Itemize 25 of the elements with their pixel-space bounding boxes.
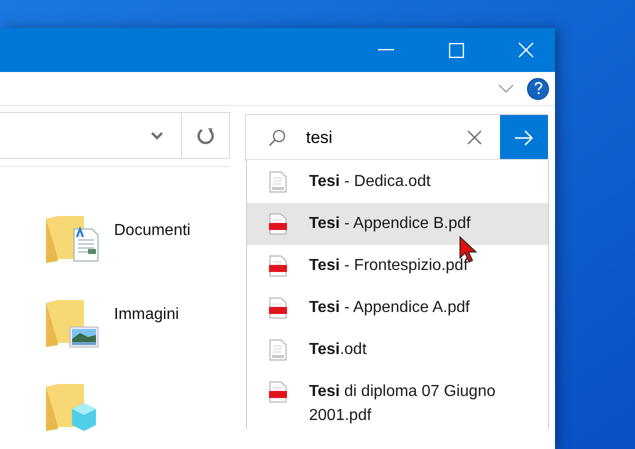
question-mark-icon: [534, 82, 542, 95]
minimize-icon: [378, 49, 394, 51]
pdf-file-icon: [269, 381, 287, 403]
close-icon: [518, 42, 534, 58]
folder-name[interactable]: Immagini: [114, 299, 179, 327]
folder-icon[interactable]: [44, 215, 100, 265]
pdf-file-icon: [269, 255, 287, 277]
search-input[interactable]: tesi: [306, 124, 446, 150]
pdf-file-icon: [269, 213, 287, 235]
search-go-button[interactable]: [500, 115, 548, 160]
pdf-file-icon: [269, 297, 287, 319]
folder-icon[interactable]: [44, 299, 100, 349]
folder-name[interactable]: Documenti: [114, 215, 190, 243]
maximize-icon: [448, 42, 464, 58]
refresh-icon: [196, 126, 214, 144]
chevron-down-icon[interactable]: [151, 132, 163, 140]
ribbon-expand-button[interactable]: [497, 82, 515, 94]
document-file-icon: [269, 171, 287, 193]
close-icon: [466, 130, 482, 145]
arrow-right-icon: [514, 130, 534, 146]
search-icon: [268, 128, 286, 146]
chevron-down-icon: [498, 84, 514, 93]
suggestion-item[interactable]: Tesi - Appendice B.pdf: [247, 203, 548, 245]
help-button[interactable]: [527, 78, 549, 100]
document-file-icon: [269, 339, 287, 361]
